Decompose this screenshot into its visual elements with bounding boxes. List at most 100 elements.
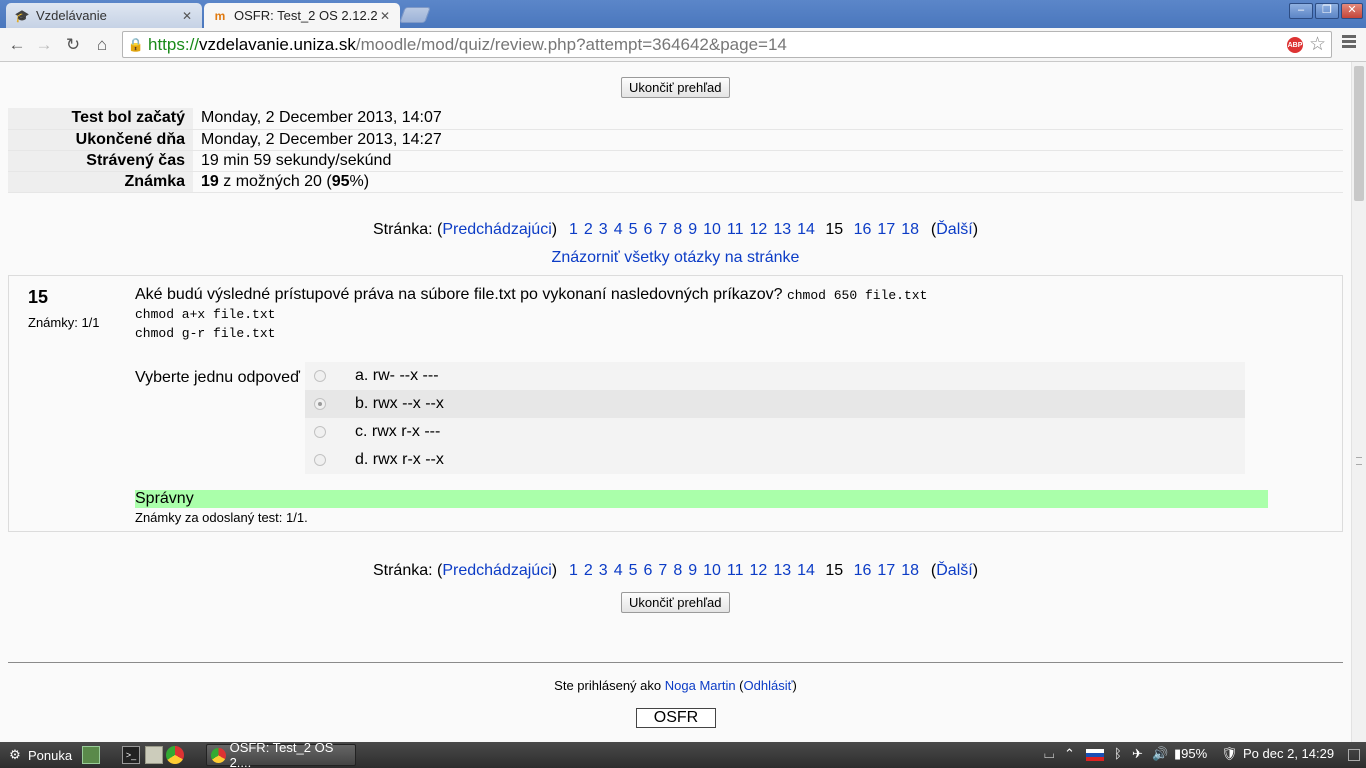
maximize-button[interactable]: ❐ — [1315, 3, 1339, 19]
pager-page-link[interactable]: 5 — [629, 221, 638, 238]
reload-icon[interactable]: ↻ — [61, 34, 85, 56]
answer-option-d[interactable]: d. rwx r-x --x — [305, 446, 1245, 474]
pager-page-link[interactable]: 12 — [750, 221, 768, 238]
question-command: chmod 650 file.txt — [786, 288, 928, 303]
pager-page-link[interactable]: 7 — [658, 221, 667, 238]
logout-link[interactable]: Odhlásiť — [744, 678, 793, 693]
finish-review-button-bottom[interactable]: Ukončiť prehľad — [621, 592, 730, 613]
pager-page-link[interactable]: 16 — [854, 562, 872, 579]
pager-page-link[interactable]: 8 — [673, 221, 682, 238]
course-home-link[interactable]: OSFR — [636, 708, 716, 728]
volume-icon[interactable]: 🔊 — [1152, 746, 1168, 762]
pager-page-link[interactable]: 14 — [797, 562, 815, 579]
bookmark-star-icon[interactable]: ☆ — [1309, 33, 1326, 56]
pager-page-link[interactable]: 17 — [877, 221, 895, 238]
pager-prev-link[interactable]: Predchádzajúci — [442, 562, 551, 579]
pager-page-link[interactable]: 4 — [614, 562, 623, 579]
home-icon[interactable]: ⌂ — [90, 34, 114, 56]
window-close-button[interactable]: ✕ — [1341, 3, 1363, 19]
answer-option-c[interactable]: c. rwx r-x --- — [305, 418, 1245, 446]
tab-osfr-test[interactable]: m OSFR: Test_2 OS 2.12.2 ✕ — [204, 3, 400, 28]
finish-review-button-top[interactable]: Ukončiť prehľad — [621, 77, 730, 98]
chevron-up-icon[interactable]: ⌃ — [1064, 746, 1075, 762]
pager-page-link[interactable]: 2 — [584, 562, 593, 579]
pager-page-link[interactable]: 1 — [569, 221, 578, 238]
chrome-icon[interactable] — [166, 746, 184, 764]
new-tab-button[interactable] — [399, 7, 431, 23]
pager-label: Stránka: ( — [372, 221, 443, 238]
pager-page-link[interactable]: 9 — [688, 562, 697, 579]
bluetooth-icon[interactable]: ᛒ — [1114, 746, 1122, 761]
summary-value: Monday, 2 December 2013, 14:27 — [193, 129, 1343, 151]
pager-page-link[interactable]: 10 — [703, 221, 721, 238]
pager-page-link[interactable]: 6 — [644, 221, 653, 238]
pager-page-link[interactable]: 3 — [599, 221, 608, 238]
pager-page-link[interactable]: 11 — [727, 221, 744, 238]
pager-page-link[interactable]: 11 — [727, 562, 744, 579]
minimize-button[interactable]: – — [1289, 3, 1313, 19]
summary-value: 19 z možných 20 (95%) — [193, 171, 1343, 193]
pager-page-link[interactable]: 3 — [599, 562, 608, 579]
radio-button-selected[interactable] — [314, 398, 326, 410]
clock[interactable]: Po dec 2, 14:29 — [1243, 746, 1334, 761]
battery-indicator[interactable]: ▮95% — [1174, 746, 1207, 762]
url-path: /moodle/mod/quiz/review.php?attempt=3646… — [355, 34, 787, 54]
close-icon[interactable]: ✕ — [180, 9, 194, 23]
pager-current-page: 15 — [825, 221, 844, 238]
show-desktop-icon[interactable] — [1348, 749, 1360, 761]
login-paren: ( — [735, 678, 744, 693]
forward-arrow-icon[interactable]: → — [32, 34, 56, 56]
tab-vzdelavanie[interactable]: 🎓 Vzdelávanie ✕ — [6, 3, 202, 28]
terminal-icon[interactable]: >_ — [122, 746, 140, 764]
desktop-icon[interactable] — [82, 746, 100, 764]
pager-page-link[interactable]: 16 — [854, 221, 872, 238]
pager-page-link[interactable]: 13 — [773, 221, 791, 238]
back-arrow-icon[interactable]: ← — [5, 34, 29, 56]
pager-page-link[interactable]: 18 — [901, 221, 919, 238]
radio-button[interactable] — [314, 454, 326, 466]
adblock-icon[interactable]: ABP — [1287, 37, 1303, 53]
pager-next-link[interactable]: Ďalší — [936, 221, 972, 238]
close-icon[interactable]: ✕ — [378, 9, 392, 23]
pager-next-link[interactable]: Ďalší — [936, 562, 972, 579]
address-bar[interactable]: 🔒 https://vzdelavanie.uniza.sk/moodle/mo… — [122, 31, 1332, 58]
pager-page-link[interactable]: 9 — [688, 221, 697, 238]
attempt-summary-table: Test bol začatý Monday, 2 December 2013,… — [8, 108, 1343, 193]
pager-page-link[interactable]: 5 — [629, 562, 638, 579]
answer-option-b[interactable]: b. rwx --x --x — [305, 390, 1245, 418]
pager-page-link[interactable]: 2 — [584, 221, 593, 238]
keyboard-icon[interactable]: ⌴ — [1044, 746, 1054, 762]
pager-page-link[interactable]: 4 — [614, 221, 623, 238]
radio-button[interactable] — [314, 370, 326, 382]
summary-row: Test bol začatý Monday, 2 December 2013,… — [8, 108, 1343, 130]
folder-icon[interactable] — [145, 746, 163, 764]
pager-prev-link[interactable]: Predchádzajúci — [442, 221, 551, 238]
page-scrollbar[interactable] — [1351, 62, 1366, 742]
pager-page-link[interactable]: 18 — [901, 562, 919, 579]
wifi-icon[interactable]: ✈ — [1132, 746, 1143, 762]
menu-icon[interactable] — [1342, 35, 1356, 50]
pager-page-link[interactable]: 1 — [569, 562, 578, 579]
user-profile-link[interactable]: Noga Martin — [665, 678, 736, 693]
chrome-icon — [211, 747, 226, 763]
pager-page-link[interactable]: 6 — [644, 562, 653, 579]
pager-page-link[interactable]: 10 — [703, 562, 721, 579]
start-menu-button[interactable]: ⚙ Ponuka — [6, 746, 72, 764]
pager-page-link[interactable]: 13 — [773, 562, 791, 579]
pager-page-link[interactable]: 7 — [658, 562, 667, 579]
pager-page-link[interactable]: 14 — [797, 221, 815, 238]
pager-pages-after: 16 17 18 — [851, 562, 922, 579]
taskbar-window-title: OSFR: Test_2 OS 2.... — [229, 740, 334, 768]
scrollbar-thumb[interactable] — [1354, 66, 1364, 201]
pager-page-link[interactable]: 17 — [877, 562, 895, 579]
pager-page-link[interactable]: 8 — [673, 562, 682, 579]
taskbar-window-osfr[interactable]: OSFR: Test_2 OS 2.... — [206, 740, 356, 768]
moodle-icon: m — [214, 8, 226, 23]
answer-option-a[interactable]: a. rw- --x --- — [305, 362, 1245, 390]
pager-pages-before: 1 2 3 4 5 6 7 8 9 10 11 12 13 14 — [566, 562, 818, 579]
shield-icon[interactable]: 🛡 — [1221, 746, 1238, 762]
radio-button[interactable] — [314, 426, 326, 438]
show-all-questions-link[interactable]: Znázorniť všetky otázky na stránke — [0, 249, 1351, 267]
pager-page-link[interactable]: 12 — [750, 562, 768, 579]
language-flag-icon[interactable] — [1086, 749, 1104, 761]
